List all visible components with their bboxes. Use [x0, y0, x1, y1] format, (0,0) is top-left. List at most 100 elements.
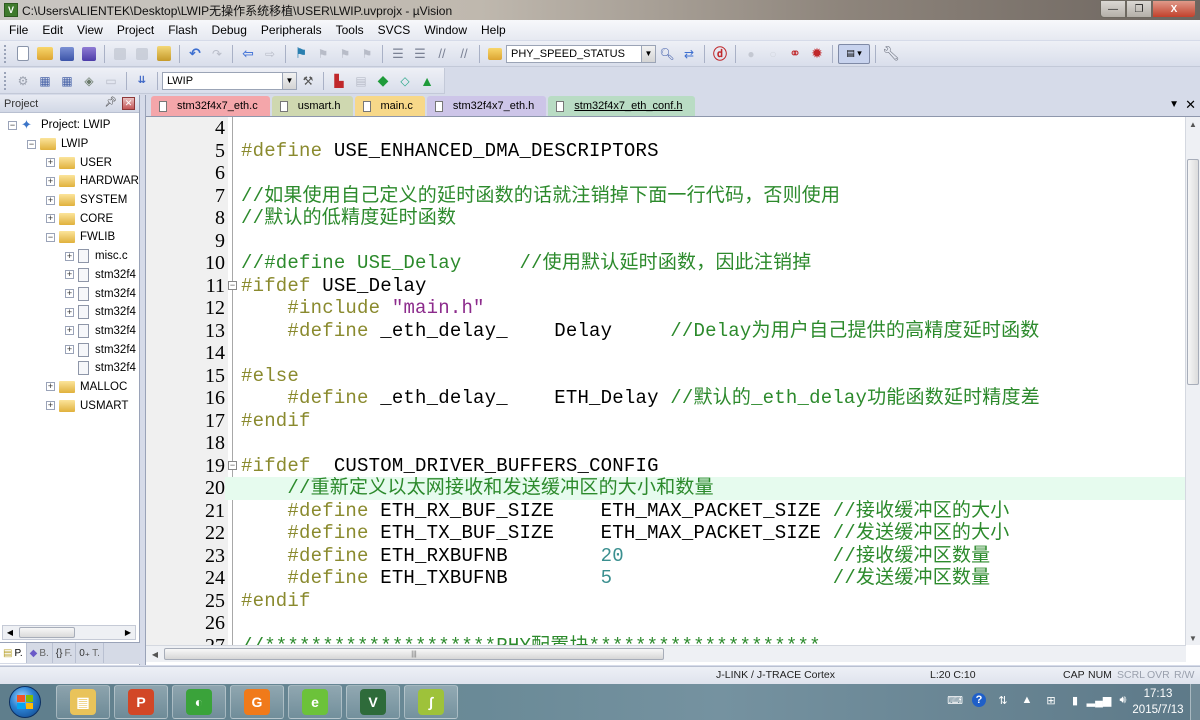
- tree-item-target[interactable]: − LWIP: [0, 135, 139, 154]
- download-button[interactable]: ⇊: [132, 71, 152, 91]
- scroll-thumb[interactable]: [19, 627, 75, 638]
- code-line[interactable]: 17 #endif: [146, 410, 1186, 433]
- chevron-down-icon[interactable]: ▼: [282, 72, 296, 89]
- tree-item-folder[interactable]: − FWLIB: [0, 228, 139, 247]
- signal-icon[interactable]: ▂▄▆: [1087, 693, 1112, 707]
- taskbar-powerpoint[interactable]: P: [114, 685, 168, 719]
- keyboard-icon[interactable]: ⌨: [947, 693, 963, 707]
- close-button[interactable]: X: [1152, 0, 1196, 18]
- target-options-button[interactable]: ⚒: [298, 71, 318, 91]
- code-line[interactable]: 6: [146, 162, 1186, 185]
- minimize-button[interactable]: —: [1100, 0, 1126, 18]
- code-line[interactable]: 23 #define ETH_RXBUFNB 20 //接收缓冲区数量: [146, 545, 1186, 568]
- expand-icon[interactable]: +: [46, 158, 55, 168]
- menu-tools[interactable]: Tools: [329, 20, 371, 40]
- scroll-thumb[interactable]: |||: [164, 648, 664, 660]
- menu-debug[interactable]: Debug: [205, 20, 254, 40]
- fold-collapse-icon[interactable]: −: [228, 460, 237, 470]
- taskbar-notepad-plus-plus[interactable]: ∫: [404, 685, 458, 719]
- select-packs-button[interactable]: ◇: [395, 71, 415, 91]
- code-line[interactable]: 18: [146, 432, 1186, 455]
- editor-hscroll[interactable]: ◀ |||: [146, 645, 1186, 662]
- tree-item-file[interactable]: + stm32f4: [0, 266, 139, 285]
- manage-rte-button[interactable]: ◆: [373, 71, 393, 91]
- save-all-button[interactable]: [79, 44, 99, 64]
- breakpoints-disable-all-button[interactable]: ⚭: [785, 44, 805, 64]
- file-tab[interactable]: stm32f4x7_eth_conf.h: [548, 96, 695, 116]
- tree-item-file[interactable]: stm32f4: [0, 359, 139, 378]
- restore-button[interactable]: ❐: [1126, 0, 1152, 18]
- configure-button[interactable]: 🔧︎: [881, 44, 901, 64]
- menu-help[interactable]: Help: [474, 20, 513, 40]
- power-icon[interactable]: ▮: [1068, 693, 1082, 707]
- code-line[interactable]: 20 //重新定义以太网接收和发送缓冲区的大小和数量: [146, 477, 1186, 500]
- code-line[interactable]: 26: [146, 612, 1186, 635]
- collapse-icon[interactable]: −: [46, 232, 55, 242]
- expand-icon[interactable]: +: [65, 251, 74, 261]
- breakpoint-enable-button[interactable]: ○: [763, 44, 783, 64]
- tree-item-file[interactable]: + misc.c: [0, 247, 139, 266]
- multi-project-button[interactable]: ▤: [351, 71, 371, 91]
- expand-icon[interactable]: +: [65, 307, 74, 317]
- expand-icon[interactable]: +: [65, 345, 74, 355]
- scroll-left-icon[interactable]: ◀: [148, 648, 162, 660]
- prev-bookmark-button[interactable]: ⚑: [313, 44, 333, 64]
- code-line[interactable]: 12 #include "main.h": [146, 297, 1186, 320]
- find-in-files-button[interactable]: [485, 44, 505, 64]
- navigate-back-button[interactable]: ⇦: [238, 44, 258, 64]
- undo-button[interactable]: ↶: [185, 44, 205, 64]
- taskbar-keil-uvision[interactable]: V: [346, 685, 400, 719]
- paste-button[interactable]: [154, 44, 174, 64]
- expand-icon[interactable]: +: [46, 195, 55, 205]
- tree-item-folder[interactable]: + HARDWAR: [0, 172, 139, 191]
- menu-project[interactable]: Project: [110, 20, 161, 40]
- code-line[interactable]: 13 #define _eth_delay_ Delay //Delay为用户自…: [146, 320, 1186, 343]
- close-tab-icon[interactable]: ✕: [1185, 97, 1196, 113]
- redo-button[interactable]: ↷: [207, 44, 227, 64]
- new-file-button[interactable]: [13, 44, 33, 64]
- collapse-icon[interactable]: −: [8, 120, 17, 130]
- show-desktop-button[interactable]: [1190, 684, 1200, 720]
- pane-close-button[interactable]: ✕: [122, 97, 135, 110]
- code-line[interactable]: 11− #ifdef USE_Delay: [146, 275, 1186, 298]
- show-hidden-icon[interactable]: ▲: [1020, 693, 1034, 707]
- pack-installer-button[interactable]: ▲: [417, 71, 437, 91]
- code-line[interactable]: 5 #define USE_ENHANCED_DMA_DESCRIPTORS: [146, 140, 1186, 163]
- expand-icon[interactable]: +: [65, 270, 74, 280]
- code-line[interactable]: 14: [146, 342, 1186, 365]
- file-tab[interactable]: stm32f4x7_eth.c: [151, 96, 270, 116]
- expand-icon[interactable]: +: [46, 382, 55, 392]
- editor-vscroll[interactable]: ▲ ▼: [1185, 117, 1200, 645]
- scroll-up-icon[interactable]: ▲: [1186, 117, 1200, 131]
- manage-project-items-button[interactable]: ▙: [329, 71, 349, 91]
- tab-templates[interactable]: 0₊ T.: [76, 643, 104, 663]
- batch-build-button[interactable]: ◈: [79, 71, 99, 91]
- comment-button[interactable]: //: [432, 44, 452, 64]
- menu-window[interactable]: Window: [417, 20, 474, 40]
- next-bookmark-button[interactable]: ⚑: [335, 44, 355, 64]
- uncomment-button[interactable]: //: [454, 44, 474, 64]
- save-button[interactable]: [57, 44, 77, 64]
- indent-button[interactable]: ☰: [388, 44, 408, 64]
- incremental-find-button[interactable]: ⇄: [679, 44, 699, 64]
- find-button[interactable]: 🔍︎: [657, 44, 677, 64]
- code-line[interactable]: 19− #ifdef CUSTOM_DRIVER_BUFFERS_CONFIG: [146, 455, 1186, 478]
- scroll-left-icon[interactable]: ◀: [3, 626, 17, 639]
- taskbar-explorer[interactable]: ▤: [56, 685, 110, 719]
- find-combo[interactable]: PHY_SPEED_STATUS ▼: [506, 44, 656, 63]
- tree-item-folder[interactable]: + SYSTEM: [0, 191, 139, 210]
- file-tab[interactable]: main.c: [354, 96, 425, 116]
- code-line[interactable]: 7 //如果使用自己定义的延时函数的话就注销掉下面一行代码，否则使用: [146, 185, 1186, 208]
- code-line[interactable]: 27 //********************PHY配置块**********…: [146, 635, 1186, 646]
- expand-icon[interactable]: +: [46, 214, 55, 224]
- code-line[interactable]: 22 #define ETH_TX_BUF_SIZE ETH_MAX_PACKE…: [146, 522, 1186, 545]
- code-line[interactable]: 10 //#define USE_Delay //使用默认延时函数，因此注销掉: [146, 252, 1186, 275]
- tree-item-folder[interactable]: + USMART: [0, 396, 139, 415]
- stop-build-button[interactable]: ▭: [101, 71, 121, 91]
- tab-project[interactable]: ▤ P.: [0, 643, 27, 663]
- build-button[interactable]: ▦: [35, 71, 55, 91]
- tree-item-project[interactable]: − ✦ Project: LWIP: [0, 116, 139, 135]
- code-line[interactable]: 8 //默认的低精度延时函数: [146, 207, 1186, 230]
- code-line[interactable]: 9: [146, 230, 1186, 253]
- expand-icon[interactable]: +: [65, 289, 74, 299]
